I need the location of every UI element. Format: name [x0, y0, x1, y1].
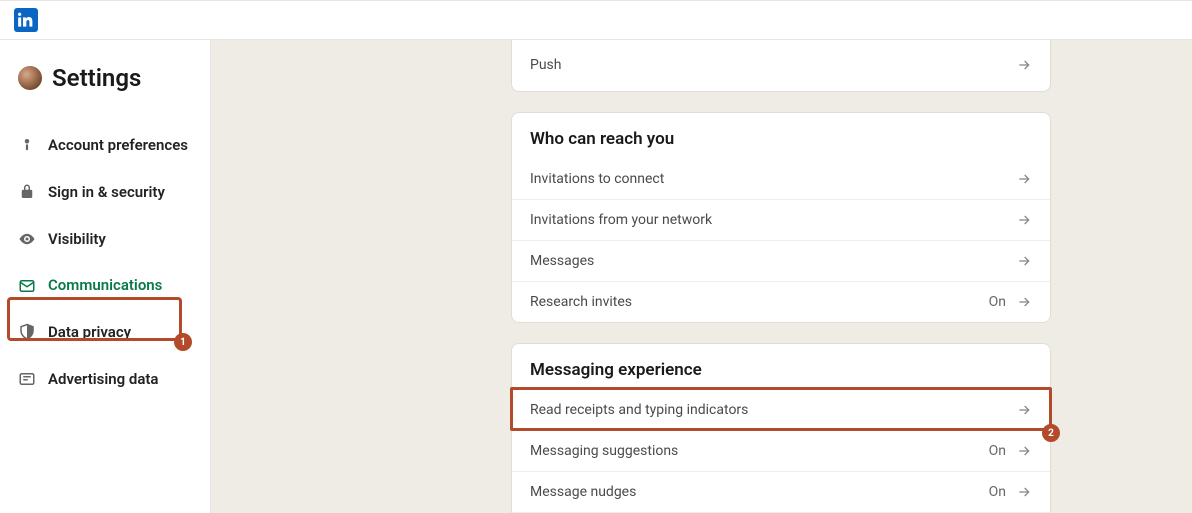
row-label: Invitations from your network	[530, 212, 712, 228]
arrow-right-icon	[1016, 212, 1032, 228]
page-title: Settings	[52, 64, 141, 92]
settings-header: Settings	[18, 64, 202, 92]
card-who-can-reach: Who can reach you Invitations to connect…	[511, 112, 1051, 323]
topbar	[0, 0, 1192, 40]
arrow-right-icon	[1016, 171, 1032, 187]
profile-icon	[18, 136, 36, 154]
arrow-right-icon	[1016, 402, 1032, 418]
row-invitations-network[interactable]: Invitations from your network	[512, 199, 1050, 240]
row-push[interactable]: Push	[512, 40, 1050, 91]
row-invitations-connect[interactable]: Invitations to connect	[512, 159, 1050, 199]
row-message-nudges[interactable]: Message nudges On	[512, 471, 1050, 512]
row-label: Messages	[530, 253, 594, 269]
sidebar-item-communications[interactable]: Communications	[18, 262, 202, 309]
row-value: On	[989, 484, 1006, 500]
row-label: Push	[530, 57, 562, 73]
sidebar-item-account-preferences[interactable]: Account preferences	[18, 122, 202, 169]
sidebar-item-visibility[interactable]: Visibility	[18, 216, 202, 263]
row-research-invites[interactable]: Research invites On	[512, 281, 1050, 322]
newspaper-icon	[18, 370, 36, 388]
main-content: Push Who can reach you Invitations to co…	[210, 40, 1192, 513]
row-label: Message nudges	[530, 484, 636, 500]
row-messaging-suggestions[interactable]: Messaging suggestions On	[512, 430, 1050, 471]
sidebar-item-data-privacy[interactable]: Data privacy	[18, 309, 202, 356]
sidebar-item-label: Sign in & security	[48, 183, 165, 202]
row-value: On	[989, 443, 1006, 459]
sidebar-item-security[interactable]: Sign in & security	[18, 169, 202, 216]
annotation-badge-1: 1	[174, 333, 192, 351]
row-label: Read receipts and typing indicators	[530, 402, 748, 418]
sidebar-item-label: Account preferences	[48, 136, 188, 155]
row-label: Messaging suggestions	[530, 443, 678, 459]
arrow-right-icon	[1016, 443, 1032, 459]
annotation-badge-2: 2	[1042, 424, 1060, 442]
envelope-icon	[18, 277, 36, 295]
arrow-right-icon	[1016, 294, 1032, 310]
sidebar: Settings Account preferences Sign in & s…	[0, 40, 210, 513]
sidebar-item-label: Data privacy	[48, 323, 131, 342]
shield-icon	[18, 323, 36, 341]
arrow-right-icon	[1016, 57, 1032, 73]
row-value: On	[989, 294, 1006, 310]
sidebar-item-label: Advertising data	[48, 370, 159, 389]
card-messaging-experience: Messaging experience Read receipts and t…	[511, 343, 1051, 513]
card-notifications-tail: Push	[511, 40, 1051, 92]
avatar[interactable]	[18, 66, 42, 90]
lock-icon	[18, 183, 36, 201]
row-read-receipts[interactable]: Read receipts and typing indicators 2	[512, 390, 1050, 430]
row-label: Research invites	[530, 294, 632, 310]
sidebar-item-label: Communications	[48, 276, 162, 295]
sidebar-item-advertising-data[interactable]: Advertising data	[18, 356, 202, 403]
row-label: Invitations to connect	[530, 171, 664, 187]
eye-icon	[18, 230, 36, 248]
section-title: Messaging experience	[512, 344, 1050, 390]
section-title: Who can reach you	[512, 113, 1050, 159]
arrow-right-icon	[1016, 484, 1032, 500]
row-messages[interactable]: Messages	[512, 240, 1050, 281]
sidebar-item-label: Visibility	[48, 230, 106, 249]
arrow-right-icon	[1016, 253, 1032, 269]
linkedin-icon	[18, 12, 34, 28]
linkedin-logo[interactable]	[14, 8, 38, 32]
